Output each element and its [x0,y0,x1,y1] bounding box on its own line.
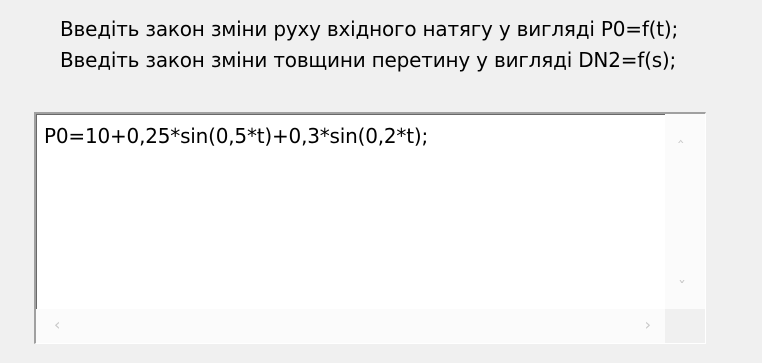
instruction-line-2: Введіть закон зміни товщини перетину у в… [60,48,677,72]
scroll-down-icon[interactable]: ˇ [678,280,686,296]
scrollbar-corner [665,309,705,343]
instructions-text: Введіть закон зміни руху вхідного натягу… [60,14,760,76]
scroll-up-icon[interactable]: ‸ [678,126,683,142]
scroll-left-icon[interactable]: ‹ [54,317,60,333]
vertical-scrollbar[interactable]: ‸ ˇ [665,114,705,310]
instruction-line-1: Введіть закон зміни руху вхідного натягу… [60,17,679,41]
scroll-right-icon[interactable]: › [645,317,651,333]
horizontal-scrollbar[interactable]: ‹ › [36,309,665,343]
formula-text[interactable]: P0=10+0,25*sin(0,5*t)+0,3*sin(0,2*t); [44,124,428,148]
formula-memo-box[interactable]: P0=10+0,25*sin(0,5*t)+0,3*sin(0,2*t); ‸ … [34,112,706,344]
